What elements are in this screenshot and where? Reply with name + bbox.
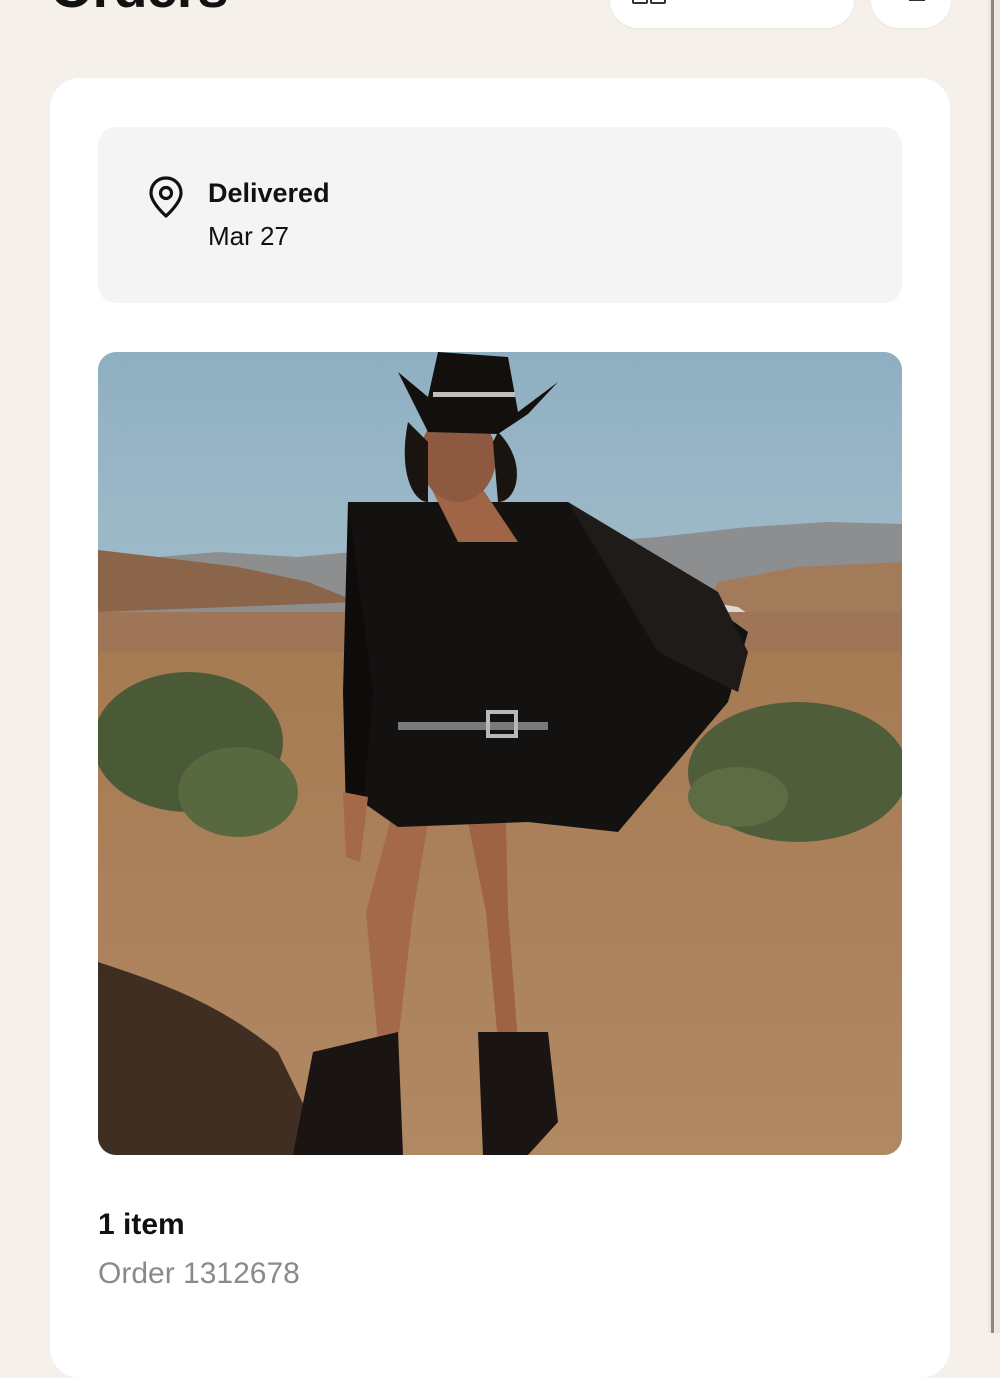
view-toggle-button[interactable]	[610, 0, 854, 28]
more-icon: ▬	[909, 0, 925, 6]
order-number[interactable]: Order 1312678	[98, 1257, 300, 1291]
grid-icon	[632, 0, 666, 4]
status-title: Delivered	[208, 178, 330, 208]
delivery-status: Delivered Mar 27	[98, 127, 902, 303]
order-card[interactable]: Delivered Mar 27 1 item Order 1312678	[50, 78, 950, 1378]
location-pin-icon	[149, 176, 183, 218]
status-date: Mar 27	[208, 221, 289, 251]
product-image[interactable]	[98, 352, 902, 1155]
more-button[interactable]: ▬	[871, 0, 951, 28]
item-count: 1 item	[98, 1208, 185, 1241]
scrollbar[interactable]	[988, 0, 1000, 1333]
page-title: Orders	[50, 0, 229, 16]
